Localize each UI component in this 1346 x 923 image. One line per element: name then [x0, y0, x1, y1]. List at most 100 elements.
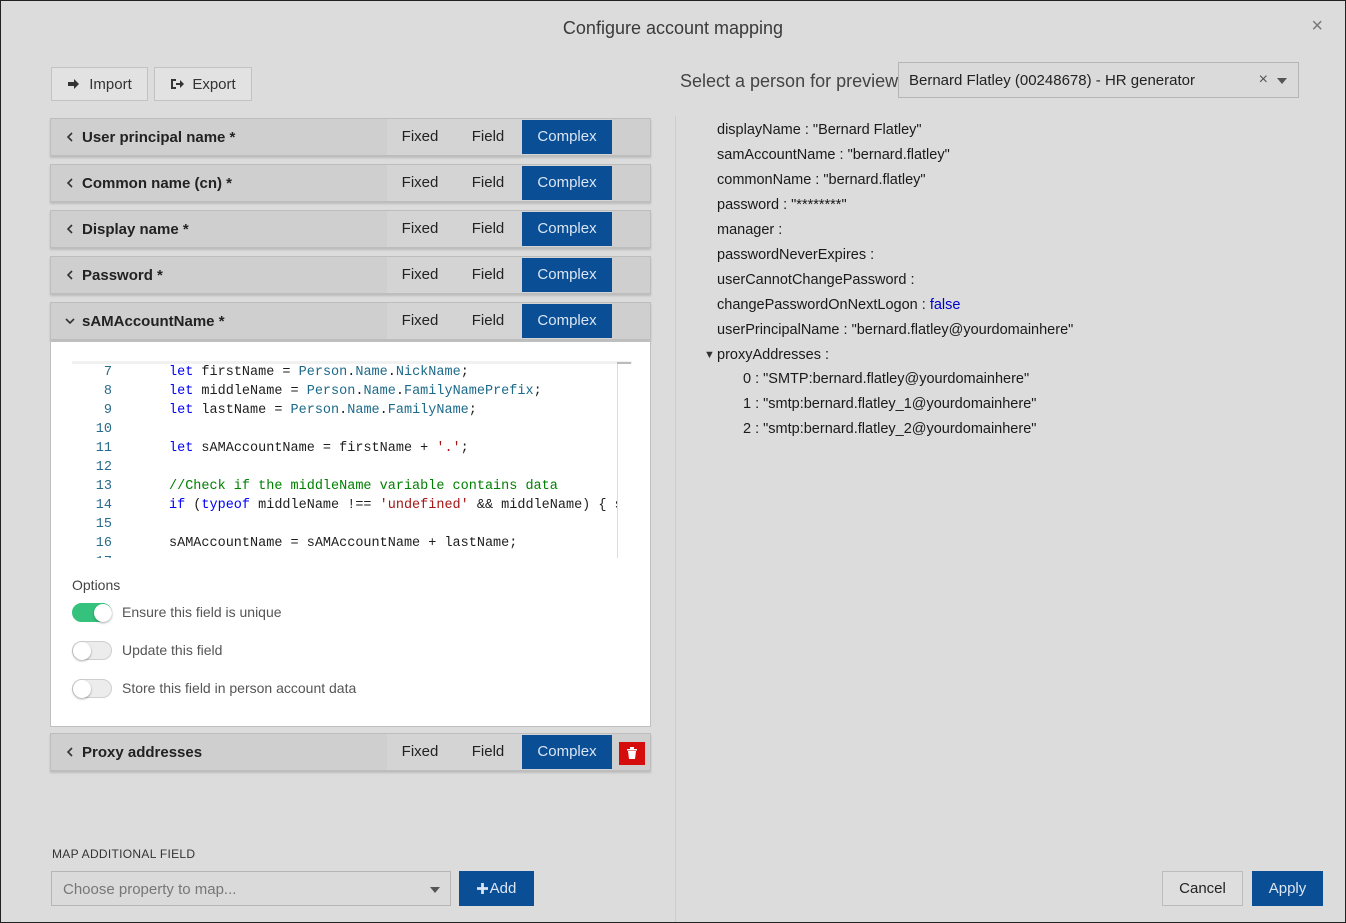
mapping-row[interactable]: Password * Fixed Field Complex [50, 256, 651, 294]
line-number: 7 [103, 365, 112, 380]
preview-property: userCannotChangePassword : [717, 272, 915, 288]
close-icon[interactable]: × [1311, 15, 1323, 38]
preview-person-label: Select a person for preview [680, 71, 899, 91]
field-option[interactable]: Field [455, 303, 521, 339]
code-line: 10 [72, 420, 617, 439]
mapping-row[interactable]: Display name * Fixed Field Complex [50, 210, 651, 248]
complex-option[interactable]: Complex [522, 166, 612, 200]
preview-property: changePasswordOnNextLogon : false [717, 297, 961, 313]
complex-option[interactable]: Complex [522, 735, 612, 769]
field-option[interactable]: Field [455, 734, 521, 770]
fixed-option[interactable]: Fixed [387, 734, 453, 770]
mapping-row[interactable]: sAMAccountName * Fixed Field Complex [50, 302, 651, 340]
preview-property: displayName : "Bernard Flatley" [717, 122, 922, 138]
preview-property: userPrincipalName : "bernard.flatley@you… [717, 322, 1074, 338]
preview-property[interactable]: proxyAddresses : [717, 346, 1073, 371]
option-label: Ensure this field is unique [122, 604, 282, 620]
samaccountname-editor-panel: 7 let firstName = Person.Name.NickName; 8 l… [50, 341, 651, 727]
import-label: Import [89, 75, 132, 93]
clear-selection-icon[interactable]: × [1259, 71, 1268, 89]
panel-divider [675, 116, 676, 922]
field-option[interactable]: Field [455, 211, 521, 247]
property-value: false [929, 297, 961, 313]
property-value: "bernard.flatley" [847, 147, 950, 163]
mapping-row[interactable]: User principal name * Fixed Field Complex [50, 118, 651, 156]
choose-property-select[interactable]: Choose property to map... [51, 871, 451, 906]
preview-person-select[interactable]: Bernard Flatley (00248678) - HR generato… [898, 62, 1299, 98]
chevron-down-icon[interactable] [63, 314, 77, 328]
option-toggle[interactable] [72, 641, 112, 660]
complex-option[interactable]: Complex [522, 304, 612, 338]
option-toggle[interactable] [72, 679, 112, 698]
expand-triangle-icon[interactable]: ▼ [704, 349, 715, 361]
property-key: userPrincipalName [717, 322, 840, 338]
preview-property: samAccountName : "bernard.flatley" [717, 147, 950, 163]
code-text: let lastName = Person.Name.FamilyName; [169, 403, 477, 418]
property-key: proxyAddresses [717, 347, 821, 363]
fixed-option[interactable]: Fixed [387, 257, 453, 293]
code-line: 8 let middleName = Person.Name.FamilyName… [72, 382, 617, 401]
property-value: "bernard.flatley" [823, 172, 926, 188]
trash-icon [627, 747, 637, 759]
chevron-left-icon[interactable] [63, 745, 77, 759]
mapping-label: Common name (cn) * [82, 175, 233, 192]
proxy-address-item: 2 : "smtp:bernard.flatley_2@yourdomainhe… [743, 421, 1037, 437]
editor-scrollbar-thumb[interactable] [617, 362, 631, 364]
add-field-button[interactable]: Add [459, 871, 534, 906]
field-option[interactable]: Field [455, 165, 521, 201]
complex-option[interactable]: Complex [522, 258, 612, 292]
chevron-left-icon[interactable] [63, 222, 77, 236]
option-toggle[interactable] [72, 603, 112, 622]
choose-property-placeholder: Choose property to map... [63, 881, 237, 898]
fixed-option[interactable]: Fixed [387, 211, 453, 247]
fixed-option[interactable]: Fixed [387, 165, 453, 201]
line-number: 8 [103, 384, 112, 399]
complex-option[interactable]: Complex [522, 212, 612, 246]
apply-button[interactable]: Apply [1252, 871, 1323, 906]
sign-in-icon [68, 79, 80, 89]
line-number: 10 [95, 422, 112, 437]
line-number: 11 [95, 441, 112, 456]
code-line: 13 //Check if the middleName variable con… [72, 477, 617, 496]
fixed-option[interactable]: Fixed [387, 303, 453, 339]
complex-option[interactable]: Complex [522, 120, 612, 154]
code-text: let firstName = Person.Name.NickName; [169, 365, 469, 380]
caret-down-icon[interactable] [1277, 78, 1287, 84]
preview-person-value: Bernard Flatley (00248678) - HR generato… [909, 72, 1195, 89]
preview-property: commonName : "bernard.flatley" [717, 172, 926, 188]
toggle-knob [94, 604, 112, 622]
property-key: changePasswordOnNextLogon [717, 297, 918, 313]
code-line: 12 [72, 458, 617, 477]
sign-out-icon [171, 79, 185, 89]
mapping-row[interactable]: Common name (cn) * Fixed Field Complex [50, 164, 651, 202]
chevron-left-icon[interactable] [63, 176, 77, 190]
chevron-left-icon[interactable] [63, 130, 77, 144]
delete-mapping-button[interactable] [619, 742, 645, 765]
property-value: "********" [791, 197, 847, 213]
mapping-row[interactable]: Proxy addresses Fixed Field Complex [50, 733, 651, 771]
property-key: password [717, 197, 780, 213]
fixed-option[interactable]: Fixed [387, 119, 453, 155]
cancel-button[interactable]: Cancel [1162, 871, 1243, 906]
editor-scrollbar[interactable] [617, 363, 618, 558]
line-number: 9 [103, 403, 112, 418]
code-line: 17 [72, 553, 617, 558]
mapping-label: Proxy addresses [82, 744, 203, 761]
field-option[interactable]: Field [455, 119, 521, 155]
code-editor[interactable]: 7 let firstName = Person.Name.NickName; 8 l… [72, 363, 617, 558]
mapping-label: Password * [82, 267, 163, 284]
chevron-left-icon[interactable] [63, 268, 77, 282]
property-key: passwordNeverExpires [717, 247, 867, 263]
caret-down-icon [430, 887, 440, 893]
import-button[interactable]: Import [51, 67, 148, 101]
line-number: 16 [95, 536, 112, 551]
property-value: "Bernard Flatley" [812, 122, 922, 138]
code-line: 7 let firstName = Person.Name.NickName; [72, 363, 617, 382]
preview-properties: displayName : "Bernard Flatley" samAccoun… [717, 121, 1073, 371]
export-button[interactable]: Export [154, 67, 252, 101]
option-label: Update this field [122, 642, 223, 658]
field-option[interactable]: Field [455, 257, 521, 293]
plus-icon [476, 883, 488, 894]
add-label: Add [489, 880, 517, 897]
code-text: let sAMAccountName = firstName + '.'; [169, 441, 469, 456]
